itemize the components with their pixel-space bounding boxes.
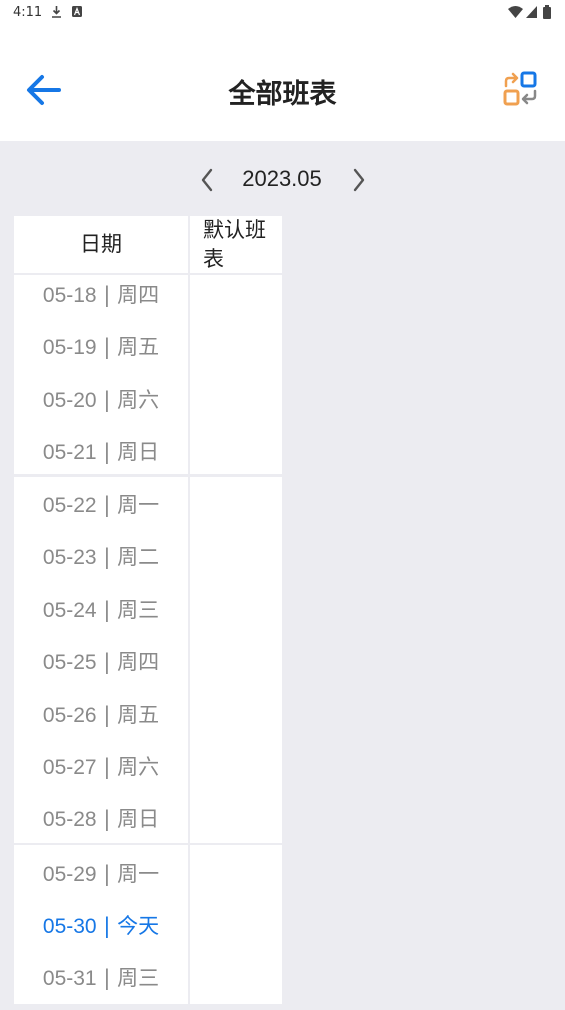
day-weekday: 周二 [117, 545, 160, 569]
day-separator: | [103, 862, 111, 886]
day-date: 05-28 [42, 808, 97, 831]
day-weekday: 周五 [117, 703, 160, 727]
day-row[interactable]: 05-24 | 周三 [14, 590, 188, 642]
day-date: 05-24 [42, 599, 97, 622]
swap-icon [503, 71, 537, 106]
day-weekday: 周五 [117, 335, 160, 359]
day-date: 05-30 [42, 915, 97, 938]
day-separator: | [103, 545, 111, 569]
day-separator: | [103, 703, 111, 727]
prev-month-button[interactable] [196, 166, 218, 194]
day-date: 05-25 [42, 651, 97, 674]
day-date: 05-20 [42, 389, 97, 412]
day-row[interactable]: 05-27 | 周六 [14, 747, 188, 799]
day-separator: | [103, 807, 111, 831]
page-title: 全部班表 [228, 79, 337, 110]
day-row[interactable]: 05-19 | 周五 [14, 327, 188, 379]
day-date: 05-27 [42, 756, 97, 779]
day-row-today[interactable]: 05-30 | 今天 [14, 906, 188, 958]
day-date: 05-18 [42, 284, 97, 307]
day-weekday: 周四 [117, 283, 160, 307]
day-row[interactable]: 05-25 | 周四 [14, 642, 188, 694]
day-date: 05-29 [42, 863, 97, 886]
day-row[interactable]: 05-28 | 周日 [14, 799, 188, 851]
week-block: 05-29 | 周一 05-30 | 今天 05-31 | 周三 [14, 845, 282, 1004]
day-separator: | [103, 650, 111, 674]
signal-icon [526, 6, 537, 18]
month-label: 2023.05 [242, 166, 322, 191]
day-separator: | [103, 966, 111, 990]
month-navigator: 2023.05 [0, 160, 565, 200]
day-row[interactable]: 05-18 | 周四 [14, 275, 188, 327]
day-separator: | [103, 283, 111, 307]
day-separator: | [103, 598, 111, 622]
schedule-column-header: 默认班表 [190, 216, 282, 273]
battery-icon [543, 5, 551, 19]
day-separator: | [103, 335, 111, 359]
wifi-icon [508, 6, 523, 18]
download-icon [52, 6, 61, 18]
day-separator: | [103, 914, 111, 938]
next-month-button[interactable] [348, 166, 370, 194]
day-row[interactable]: 05-31 | 周三 [14, 958, 188, 1010]
day-weekday: 今天 [117, 914, 160, 938]
day-row[interactable]: 05-23 | 周二 [14, 537, 188, 589]
day-separator: | [103, 755, 111, 779]
day-weekday: 周三 [117, 966, 160, 990]
day-weekday: 周四 [117, 650, 160, 674]
week-block: 05-18 | 周四 05-19 | 周五 05-20 | 周六 05-21 |… [14, 275, 282, 474]
day-weekday: 周日 [117, 807, 160, 831]
day-date: 05-22 [42, 494, 97, 517]
day-row[interactable]: 05-29 | 周一 [14, 854, 188, 906]
day-row[interactable]: 05-22 | 周一 [14, 485, 188, 537]
day-row[interactable]: 05-26 | 周五 [14, 695, 188, 747]
column-divider [188, 845, 190, 1004]
date-column-header: 日期 [14, 216, 188, 273]
day-weekday: 周三 [117, 598, 160, 622]
day-weekday: 周六 [117, 388, 160, 412]
day-weekday: 周一 [117, 862, 160, 886]
day-date: 05-26 [42, 704, 97, 727]
chevron-left-icon [201, 168, 213, 192]
day-date: 05-23 [42, 546, 97, 569]
switch-button[interactable] [499, 70, 543, 110]
day-separator: | [103, 493, 111, 517]
day-weekday: 周六 [117, 755, 160, 779]
column-divider [188, 275, 190, 474]
day-date: 05-31 [42, 967, 97, 990]
week-block: 05-22 | 周一 05-23 | 周二 05-24 | 周三 05-25 |… [14, 477, 282, 843]
day-weekday: 周一 [117, 493, 160, 517]
column-divider [188, 477, 190, 843]
day-weekday: 周日 [117, 440, 160, 464]
day-date: 05-21 [42, 441, 97, 464]
status-bar: 4:11 [0, 0, 565, 26]
a-badge-icon [72, 6, 82, 17]
day-row[interactable]: 05-20 | 周六 [14, 380, 188, 432]
app-bar: 全部班表 [0, 26, 565, 141]
day-separator: | [103, 388, 111, 412]
day-separator: | [103, 440, 111, 464]
status-time: 4:11 [13, 5, 43, 20]
chevron-right-icon [353, 168, 365, 192]
day-date: 05-19 [42, 336, 97, 359]
